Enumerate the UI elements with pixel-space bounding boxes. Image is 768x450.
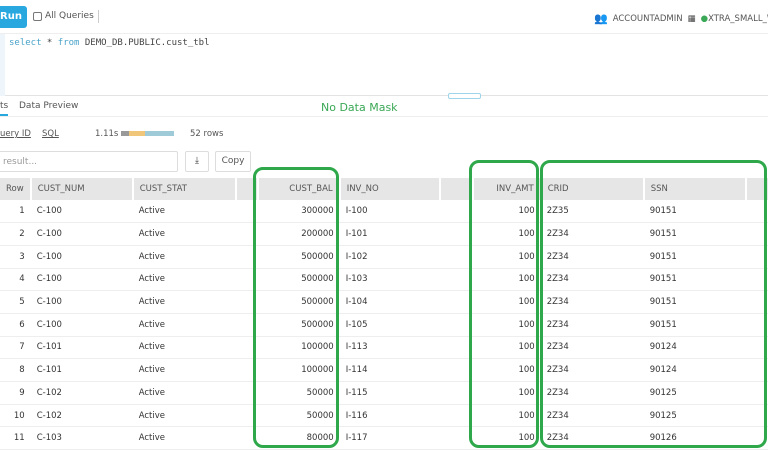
table-cell: 1 bbox=[0, 200, 31, 223]
table-cell: C-101 bbox=[31, 359, 133, 382]
table-cell bbox=[440, 245, 473, 268]
query-id-link[interactable]: uery ID bbox=[0, 129, 31, 139]
highlight-cust-bal bbox=[253, 167, 339, 448]
table-cell bbox=[440, 313, 473, 336]
table-cell bbox=[440, 291, 473, 314]
sql-link[interactable]: SQL bbox=[42, 129, 59, 139]
table-cell: I-113 bbox=[340, 336, 440, 359]
table-cell: Active bbox=[133, 382, 236, 405]
column-header[interactable] bbox=[440, 178, 473, 200]
table-cell: C-102 bbox=[31, 382, 133, 405]
timing-bar bbox=[121, 131, 174, 136]
table-cell bbox=[440, 404, 473, 427]
table-cell: 3 bbox=[0, 245, 31, 268]
highlight-crid-ssn bbox=[540, 160, 767, 448]
table-cell: I-104 bbox=[340, 291, 440, 314]
table-cell: C-102 bbox=[31, 404, 133, 427]
table-cell: Active bbox=[133, 200, 236, 223]
table-cell: Active bbox=[133, 291, 236, 314]
table-cell: C-100 bbox=[31, 245, 133, 268]
warehouse-selector[interactable]: ●XTRA_SMALL_W bbox=[701, 14, 768, 24]
table-cell bbox=[440, 382, 473, 405]
table-cell: 7 bbox=[0, 336, 31, 359]
table-cell: Active bbox=[133, 223, 236, 246]
table-cell: 4 bbox=[0, 268, 31, 291]
sql-code[interactable]: select * from DEMO_DB.PUBLIC.cust_tbl bbox=[9, 38, 210, 48]
table-cell: 11 bbox=[0, 427, 31, 450]
table-cell bbox=[440, 336, 473, 359]
copy-button[interactable]: Copy bbox=[215, 151, 251, 172]
users-icon: 👥 bbox=[594, 12, 608, 25]
tab-data-preview[interactable]: Data Preview bbox=[19, 101, 78, 111]
table-cell: Active bbox=[133, 427, 236, 450]
all-queries-label: All Queries bbox=[45, 11, 94, 21]
table-cell: C-100 bbox=[31, 223, 133, 246]
table-cell: 2 bbox=[0, 223, 31, 246]
table-cell: I-101 bbox=[340, 223, 440, 246]
table-cell bbox=[440, 268, 473, 291]
column-header[interactable]: Row bbox=[0, 178, 31, 200]
column-header[interactable]: INV_NO bbox=[340, 178, 440, 200]
table-cell bbox=[440, 359, 473, 382]
divider bbox=[98, 10, 99, 23]
table-cell: I-105 bbox=[340, 313, 440, 336]
table-cell: 5 bbox=[0, 291, 31, 314]
toolbar: Run All Queries 👥 ACCOUNTADMIN ▦ ●XTRA_S… bbox=[0, 0, 768, 34]
table-cell: I-117 bbox=[340, 427, 440, 450]
download-button[interactable]: ⤓ bbox=[185, 151, 209, 172]
table-cell: 6 bbox=[0, 313, 31, 336]
all-queries-checkbox[interactable]: All Queries bbox=[33, 11, 94, 21]
warehouse-icon: ▦ bbox=[688, 14, 696, 24]
download-icon: ⤓ bbox=[195, 156, 199, 166]
table-cell: Active bbox=[133, 404, 236, 427]
table-cell: Active bbox=[133, 359, 236, 382]
table-cell: Active bbox=[133, 313, 236, 336]
annotation-label: No Data Mask bbox=[321, 101, 398, 114]
role-selector[interactable]: ACCOUNTADMIN bbox=[613, 14, 683, 24]
table-cell: I-103 bbox=[340, 268, 440, 291]
table-cell: C-100 bbox=[31, 313, 133, 336]
table-cell: Active bbox=[133, 336, 236, 359]
table-cell bbox=[440, 223, 473, 246]
table-cell: I-114 bbox=[340, 359, 440, 382]
table-cell: C-100 bbox=[31, 268, 133, 291]
editor-gutter bbox=[0, 34, 5, 96]
table-cell: Active bbox=[133, 245, 236, 268]
run-button[interactable]: Run bbox=[0, 6, 27, 28]
table-cell: C-100 bbox=[31, 291, 133, 314]
sql-editor[interactable]: select * from DEMO_DB.PUBLIC.cust_tbl bbox=[0, 34, 768, 96]
tab-results[interactable]: ts bbox=[0, 101, 8, 116]
table-cell: 9 bbox=[0, 382, 31, 405]
column-header[interactable]: CUST_NUM bbox=[31, 178, 133, 200]
highlight-inv-amt bbox=[469, 160, 539, 448]
table-cell: I-102 bbox=[340, 245, 440, 268]
table-cell: C-103 bbox=[31, 427, 133, 450]
search-result-input[interactable]: result... bbox=[0, 151, 178, 172]
table-cell: 10 bbox=[0, 404, 31, 427]
checkbox-icon bbox=[33, 12, 42, 21]
table-cell: C-100 bbox=[31, 200, 133, 223]
column-header[interactable]: CUST_STAT bbox=[133, 178, 236, 200]
table-cell: I-115 bbox=[340, 382, 440, 405]
table-cell: I-100 bbox=[340, 200, 440, 223]
table-cell: C-101 bbox=[31, 336, 133, 359]
table-cell bbox=[440, 200, 473, 223]
table-cell: I-116 bbox=[340, 404, 440, 427]
table-cell bbox=[440, 427, 473, 450]
table-cell: Active bbox=[133, 268, 236, 291]
duration: 1.11s bbox=[95, 129, 118, 139]
row-count: 52 rows bbox=[190, 129, 223, 139]
table-cell: 8 bbox=[0, 359, 31, 382]
